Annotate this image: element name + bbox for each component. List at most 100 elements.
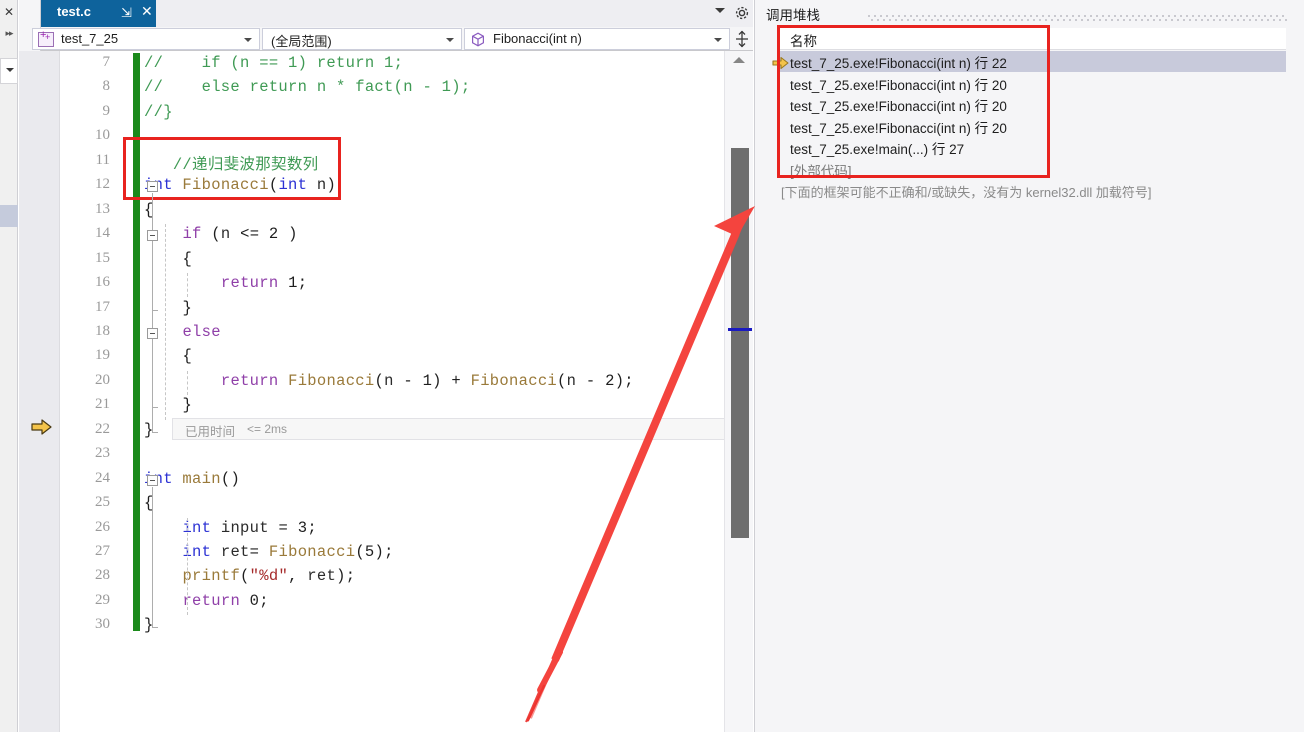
tab-test-c[interactable]: test.c ⇲ ✕ bbox=[41, 0, 156, 27]
call-stack-row[interactable]: test_7_25.exe!main(...) 行 27 bbox=[778, 137, 1286, 158]
code-text-layer[interactable]: // if (n == 1) return 1; // else return n… bbox=[144, 51, 724, 732]
chevron-down-icon bbox=[714, 38, 722, 42]
tab-label: test.c bbox=[57, 4, 91, 19]
line-number: 12 bbox=[95, 176, 110, 193]
line-number: 20 bbox=[95, 371, 110, 388]
code-line[interactable]: if (n <= 2 ) bbox=[144, 225, 298, 243]
scope-selector[interactable]: (全局范围) bbox=[262, 28, 462, 50]
line-number: 30 bbox=[95, 616, 110, 633]
line-number: 16 bbox=[95, 274, 110, 291]
call-stack-note: [下面的框架可能不正确和/或缺失，没有为 kernel32.dll 加载符号] bbox=[781, 185, 1152, 200]
line-number: 29 bbox=[95, 591, 110, 608]
call-stack-row[interactable]: test_7_25.exe!Fibonacci(int n) 行 22 bbox=[778, 51, 1286, 72]
elapsed-time-label: 已用时间 bbox=[185, 425, 236, 439]
fold-toggle-button[interactable] bbox=[147, 474, 158, 486]
method-cube-icon bbox=[471, 32, 485, 47]
rail-dropdown-button[interactable] bbox=[0, 58, 18, 84]
fold-toggle-button[interactable] bbox=[147, 327, 158, 339]
code-line[interactable]: // else return n * fact(n - 1); bbox=[144, 78, 470, 96]
code-line[interactable]: int Fibonacci(int n) bbox=[144, 176, 336, 194]
chevron-down-icon bbox=[244, 38, 252, 42]
call-stack-table[interactable]: 名称 test_7_25.exe!Fibonacci(int n) 行 22 te… bbox=[778, 28, 1298, 208]
code-line[interactable]: return Fibonacci(n - 1) + Fibonacci(n - … bbox=[144, 372, 634, 390]
scrollbar-thumb[interactable] bbox=[731, 148, 749, 538]
project-selector[interactable]: test_7_25 bbox=[32, 28, 260, 50]
fold-toggle-button[interactable] bbox=[147, 230, 158, 242]
close-icon[interactable]: ✕ bbox=[141, 4, 153, 19]
line-number: 15 bbox=[95, 249, 110, 266]
indent-guide bbox=[187, 517, 188, 616]
pin-icon[interactable]: ⇲ bbox=[121, 5, 132, 21]
line-number: 19 bbox=[95, 347, 110, 364]
line-number: 11 bbox=[95, 151, 110, 168]
line-number: 10 bbox=[95, 127, 110, 144]
line-number: 28 bbox=[95, 567, 110, 584]
indent-guide bbox=[187, 370, 188, 396]
code-line[interactable]: return 0; bbox=[144, 592, 269, 610]
line-number: 9 bbox=[102, 102, 111, 119]
scrollbar-caret-position-marker bbox=[728, 328, 752, 331]
line-number: 7 bbox=[102, 54, 111, 70]
call-stack-frame-label: [外部代码] bbox=[790, 163, 852, 179]
project-icon bbox=[38, 29, 54, 47]
project-selector-label: test_7_25 bbox=[61, 31, 119, 46]
code-line[interactable]: printf("%d", ret); bbox=[144, 567, 355, 585]
scroll-up-arrow-icon[interactable] bbox=[733, 57, 745, 63]
gear-icon[interactable] bbox=[733, 4, 751, 22]
call-stack-frame-label: test_7_25.exe!Fibonacci(int n) 行 20 bbox=[790, 120, 1007, 136]
fold-range-line bbox=[152, 339, 153, 408]
line-number: 18 bbox=[95, 322, 110, 339]
code-line[interactable]: //} bbox=[144, 103, 173, 121]
member-selector-label: Fibonacci(int n) bbox=[493, 31, 582, 46]
line-number: 23 bbox=[95, 445, 110, 462]
column-header-name: 名称 bbox=[790, 34, 817, 49]
fold-range-line bbox=[152, 486, 153, 628]
code-line[interactable]: return 1; bbox=[144, 274, 307, 292]
fold-range-end bbox=[152, 431, 158, 433]
panel-drag-grip[interactable] bbox=[868, 9, 1288, 21]
member-selector[interactable]: Fibonacci(int n) bbox=[464, 28, 730, 50]
code-line[interactable]: int input = 3; bbox=[144, 519, 317, 537]
line-number-column: 7 8 9 10 11 12 13 14 15 16 17 18 19 20 21 22 23 24 25 26 27 2… bbox=[60, 51, 118, 732]
code-line[interactable]: // if (n == 1) return 1; bbox=[144, 54, 403, 72]
call-stack-row[interactable]: test_7_25.exe!Fibonacci(int n) 行 20 bbox=[778, 73, 1286, 94]
split-window-icon[interactable] bbox=[733, 29, 751, 49]
fold-range-end bbox=[152, 627, 158, 629]
expand-icon[interactable]: ▸▸ bbox=[2, 26, 16, 40]
call-stack-row[interactable]: test_7_25.exe!Fibonacci(int n) 行 20 bbox=[778, 116, 1286, 137]
fold-range-end bbox=[152, 309, 158, 311]
change-tracking-bar bbox=[133, 53, 140, 631]
call-stack-frame-label: test_7_25.exe!main(...) 行 27 bbox=[790, 142, 965, 157]
line-number: 26 bbox=[95, 518, 110, 535]
fold-range-line bbox=[152, 242, 153, 310]
call-stack-title: 调用堆栈 bbox=[766, 8, 820, 23]
code-line[interactable]: int main() bbox=[144, 470, 240, 488]
call-stack-frame-label: test_7_25.exe!Fibonacci(int n) 行 20 bbox=[790, 99, 1007, 114]
editor-gutter[interactable] bbox=[19, 51, 60, 732]
call-stack-row[interactable]: test_7_25.exe!Fibonacci(int n) 行 20 bbox=[778, 94, 1286, 115]
code-line[interactable]: //递归斐波那契数列 bbox=[144, 152, 318, 174]
indent-guide bbox=[187, 273, 188, 298]
line-number: 8 bbox=[102, 78, 111, 95]
fold-toggle-button[interactable] bbox=[147, 181, 158, 193]
call-stack-frame-label: test_7_25.exe!Fibonacci(int n) 行 22 bbox=[790, 56, 1007, 71]
line-number: 21 bbox=[95, 396, 110, 413]
call-stack-row[interactable]: [外部代码] bbox=[778, 159, 1286, 180]
call-stack-column-header[interactable]: 名称 bbox=[778, 28, 1286, 50]
code-line[interactable]: int ret= Fibonacci(5); bbox=[144, 543, 394, 561]
line-number: 24 bbox=[95, 469, 110, 486]
scope-selector-label: (全局范围) bbox=[271, 34, 332, 49]
chevron-down-icon[interactable] bbox=[715, 8, 725, 13]
line-number: 27 bbox=[95, 543, 110, 559]
chevron-down-icon bbox=[446, 38, 454, 42]
line-number: 17 bbox=[95, 298, 110, 315]
fold-range-end bbox=[152, 407, 158, 409]
close-icon[interactable]: ✕ bbox=[1, 4, 17, 20]
call-stack-current-frame-arrow-icon bbox=[772, 56, 790, 71]
left-rail bbox=[0, 0, 18, 732]
rail-selection-marker bbox=[0, 205, 18, 227]
elapsed-time-adornment: 已用时间 <= 2ms bbox=[172, 418, 728, 440]
elapsed-time-value: <= 2ms bbox=[247, 422, 288, 436]
chevron-down-icon bbox=[6, 68, 14, 72]
line-number: 13 bbox=[95, 200, 110, 217]
